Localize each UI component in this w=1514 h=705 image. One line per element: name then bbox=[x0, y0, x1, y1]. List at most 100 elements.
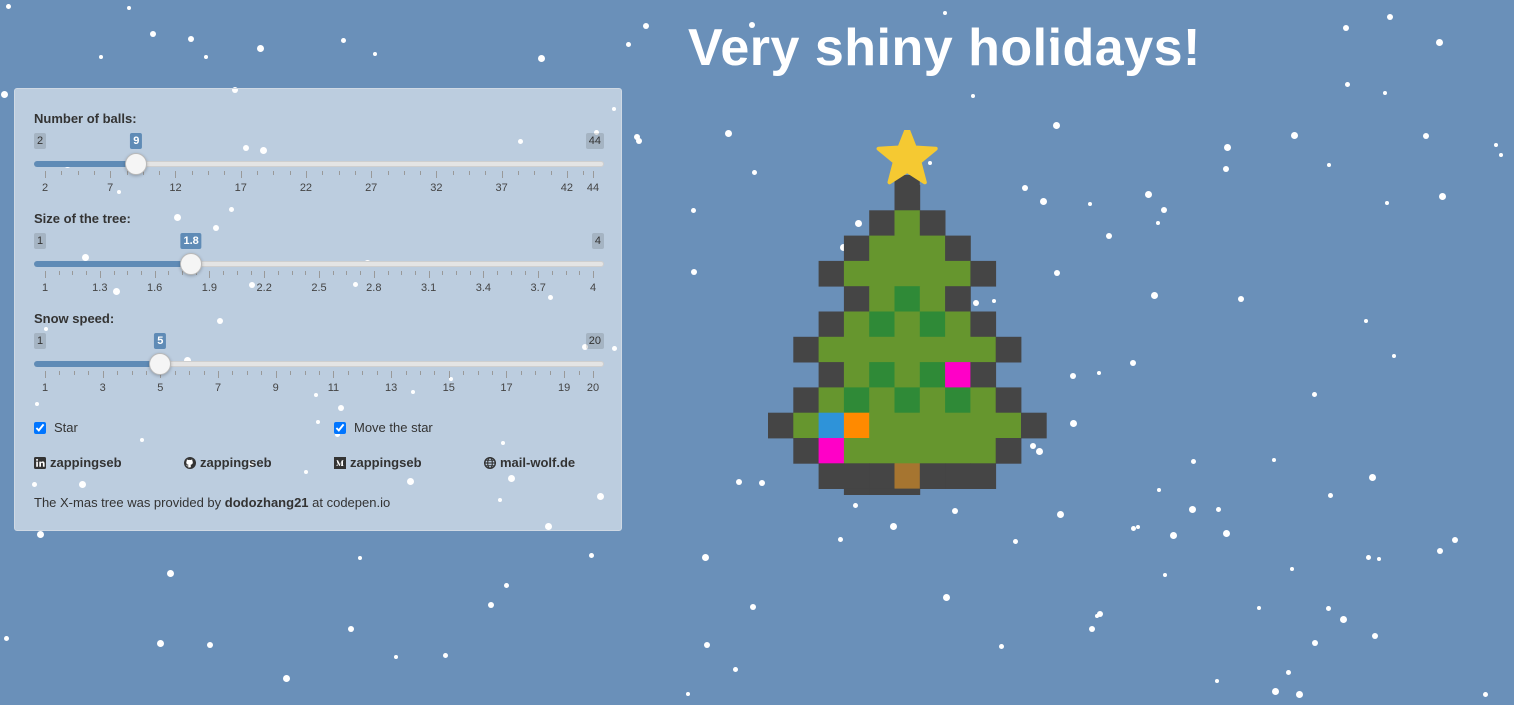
tree-pixel bbox=[894, 362, 921, 388]
snowflake bbox=[1483, 692, 1488, 697]
tree-pixel bbox=[843, 488, 870, 495]
linkedin-link[interactable]: zappingseb bbox=[34, 455, 122, 470]
tree-pixel bbox=[818, 336, 845, 363]
slider-minor-tick bbox=[405, 371, 407, 375]
slider-minor-tick bbox=[354, 171, 356, 175]
slider-tick-label: 2.2 bbox=[256, 282, 272, 294]
slider-tick-label: 11 bbox=[327, 382, 340, 394]
snowflake bbox=[943, 594, 950, 601]
slider-minor-tick bbox=[420, 171, 422, 175]
slider-minor-tick bbox=[86, 271, 88, 275]
slider-tick-label: 44 bbox=[586, 182, 600, 194]
snowflake bbox=[1385, 201, 1389, 205]
website-link[interactable]: mail-wolf.de bbox=[484, 455, 575, 470]
tree-pixel bbox=[869, 412, 895, 439]
snowflake bbox=[1161, 207, 1167, 213]
snowflake bbox=[725, 130, 732, 137]
slider-minor-tick bbox=[419, 371, 421, 375]
slider-handle[interactable] bbox=[149, 353, 172, 375]
slider-tick-label: 1.3 bbox=[92, 282, 108, 294]
snowflake bbox=[1054, 270, 1060, 276]
tree-pixel bbox=[919, 438, 946, 464]
tree-pixel bbox=[945, 463, 971, 489]
snowflake bbox=[686, 692, 690, 696]
star-checkbox-row[interactable]: Star bbox=[34, 420, 78, 435]
snowflake bbox=[1013, 539, 1018, 544]
page-title: Very shiny holidays! bbox=[688, 19, 1201, 77]
snowflake bbox=[1383, 91, 1387, 95]
snowflake bbox=[952, 508, 958, 514]
slider-major-tick bbox=[154, 271, 156, 278]
balls-slider-label: Number of balls: bbox=[34, 111, 137, 126]
snowflake bbox=[1291, 132, 1298, 139]
snowflake bbox=[691, 269, 697, 275]
slider-minor-tick bbox=[113, 271, 115, 275]
tree-pixel bbox=[869, 311, 895, 338]
snowflake bbox=[358, 556, 362, 560]
slider-handle[interactable] bbox=[125, 153, 148, 175]
snowflake bbox=[971, 94, 975, 98]
snowflake bbox=[341, 38, 346, 43]
slider-tick-label: 37 bbox=[495, 182, 508, 194]
snowflake bbox=[1136, 525, 1140, 529]
slider-minor-tick bbox=[290, 371, 292, 375]
slider-major-tick bbox=[45, 371, 46, 378]
star-checkbox[interactable] bbox=[34, 421, 46, 434]
snowflake bbox=[634, 134, 640, 140]
snowflake bbox=[702, 554, 709, 561]
snowflake bbox=[1057, 511, 1064, 518]
snowflake bbox=[443, 653, 448, 658]
slider-minor-tick bbox=[360, 271, 362, 275]
slider-minor-tick bbox=[579, 271, 581, 275]
slider-minor-tick bbox=[452, 171, 454, 175]
tree-pixel bbox=[970, 412, 997, 439]
slider-major-tick bbox=[319, 271, 320, 278]
slider-minor-tick bbox=[550, 171, 552, 175]
slider-max-label: 44 bbox=[585, 133, 604, 149]
tree-pixel bbox=[869, 362, 895, 388]
snowflake bbox=[1439, 193, 1446, 200]
medium-link[interactable]: zappingseb bbox=[334, 455, 422, 470]
move-star-checkbox[interactable] bbox=[334, 421, 346, 434]
slider-tick-label: 1 bbox=[41, 382, 49, 394]
size-slider[interactable]: 1 4 1.8 1 1.3 1.6 1.9 2.2 2.5 2.8 3.1 3.4 3.7 4 bbox=[34, 233, 604, 303]
snowflake bbox=[207, 642, 213, 648]
slider-minor-tick bbox=[291, 271, 293, 275]
snowflake bbox=[167, 570, 174, 577]
slider-major-tick bbox=[593, 371, 594, 378]
snowflake bbox=[204, 55, 208, 59]
snow-speed-slider[interactable]: 1 20 5 1 3 5 7 9 11 13 15 17 19 20 bbox=[34, 333, 604, 403]
slider-minor-tick bbox=[583, 171, 585, 175]
tree-pixel bbox=[843, 336, 870, 363]
snowflake bbox=[394, 655, 398, 659]
slider-minor-tick bbox=[93, 171, 95, 175]
snowflake bbox=[1364, 319, 1368, 323]
website-link-text: mail-wolf.de bbox=[500, 455, 576, 470]
tree-pixel bbox=[995, 438, 1022, 464]
snowflake bbox=[636, 138, 642, 144]
snowflake bbox=[1223, 166, 1229, 172]
snowflake bbox=[1070, 420, 1077, 427]
tree-pixel bbox=[768, 412, 794, 439]
snowflake bbox=[6, 4, 11, 9]
snowflake bbox=[1053, 122, 1060, 129]
github-link[interactable]: zappingseb bbox=[184, 455, 272, 470]
balls-slider[interactable]: 2 44 9 2 7 12 17 22 27 32 37 42 44 bbox=[34, 133, 604, 203]
slider-handle[interactable] bbox=[180, 253, 203, 275]
snowflake bbox=[1340, 616, 1347, 623]
tree-pixel bbox=[843, 438, 870, 464]
slider-tick-label: 3.7 bbox=[530, 282, 546, 294]
credit-author[interactable]: dodozhang21 bbox=[225, 495, 309, 510]
tree-pixel bbox=[919, 336, 946, 363]
slider-tick-label: 32 bbox=[430, 182, 443, 194]
credit-text: The X-mas tree was provided by dodozhang… bbox=[34, 495, 390, 510]
snowflake bbox=[1312, 640, 1318, 646]
slider-minor-tick bbox=[517, 171, 519, 175]
slider-minor-tick bbox=[117, 371, 119, 375]
move-star-checkbox-row[interactable]: Move the star bbox=[334, 420, 433, 435]
snowflake bbox=[1366, 555, 1371, 560]
tree-pixel bbox=[945, 412, 971, 439]
tree-pixel bbox=[919, 362, 946, 388]
tree-pixel bbox=[970, 260, 997, 287]
slider-minor-tick bbox=[73, 371, 75, 375]
